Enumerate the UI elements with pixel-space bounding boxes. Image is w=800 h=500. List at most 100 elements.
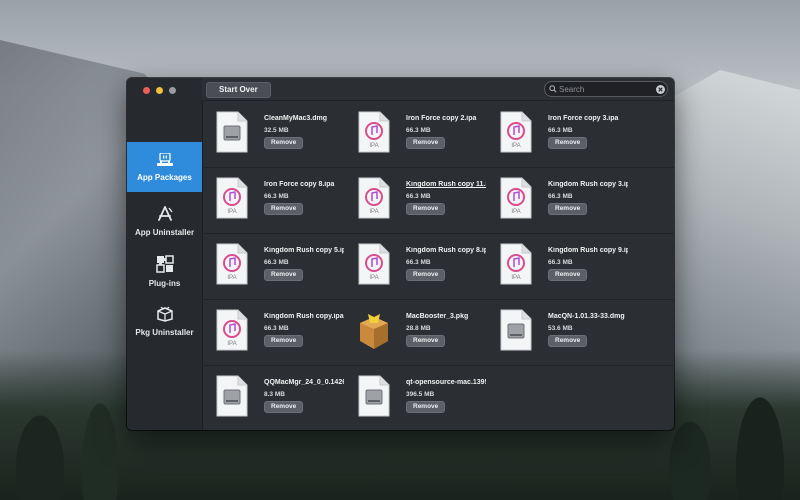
ipa-file-icon: IPA [358, 177, 390, 219]
grid-row: CleanMyMac3.dmg 32.5 MB Remove IPA Iron Forc… [202, 101, 674, 168]
file-item[interactable]: IPA Kingdom Rush copy 9.ipa 66.3 MB Remove [486, 233, 628, 299]
ipa-badge: IPA [227, 275, 236, 281]
remove-button[interactable]: Remove [264, 203, 304, 215]
file-size: 8.3 MB [264, 391, 285, 398]
ipa-badge: IPA [369, 209, 378, 215]
remove-button[interactable]: Remove [406, 269, 446, 281]
sidebar: App Packages App Uninstaller Plug-ins Pk… [127, 78, 203, 430]
file-name: Kingdom Rush copy.ipa [264, 313, 344, 320]
ipa-badge: IPA [511, 209, 520, 215]
package-icon [360, 314, 388, 349]
remove-button[interactable]: Remove [548, 269, 588, 281]
file-name: MacBooster_3.pkg [406, 313, 469, 320]
search-box[interactable] [544, 81, 668, 97]
ipa-badge: IPA [511, 275, 520, 281]
grid-row: IPA Kingdom Rush copy 5.ipa 66.3 MB Remove I… [202, 233, 674, 300]
file-item[interactable]: IPA Kingdom Rush copy 11.ipa 66.3 MB Remove [344, 167, 486, 233]
file-item[interactable]: IPA Iron Force copy 3.ipa 66.3 MB Remove [486, 101, 627, 167]
clear-search-icon[interactable] [656, 84, 665, 94]
file-size: 32.5 MB [264, 127, 289, 134]
remove-button[interactable]: Remove [406, 203, 446, 215]
sidebar-item-label: App Packages [137, 172, 192, 182]
grid-row: IPA Kingdom Rush copy.ipa 66.3 MB Remove Mac… [202, 299, 674, 366]
minimize-window-button[interactable] [156, 87, 163, 94]
search-input[interactable] [557, 84, 649, 94]
file-item[interactable]: IPA Iron Force copy 2.ipa 66.3 MB Remove [344, 101, 485, 167]
app-window: App Packages App Uninstaller Plug-ins Pk… [127, 78, 674, 430]
ipa-file-icon: IPA [216, 243, 248, 285]
dmg-file-icon [216, 111, 248, 153]
sidebar-item-label: Pkg Uninstaller [135, 327, 194, 337]
remove-button[interactable]: Remove [406, 137, 446, 149]
sidebar-item-label: App Uninstaller [134, 227, 195, 237]
remove-button[interactable]: Remove [406, 401, 446, 413]
remove-button[interactable]: Remove [264, 401, 304, 413]
start-over-button[interactable]: Start Over [206, 82, 271, 98]
file-name: Kingdom Rush copy 8.ipa [406, 247, 486, 254]
file-name: qt-opensource-mac.1395... [406, 379, 486, 386]
file-size: 66.3 MB [264, 259, 289, 266]
ipa-badge: IPA [227, 209, 236, 215]
file-name: Kingdom Rush copy 9.ipa [548, 247, 628, 254]
file-size: 53.6 MB [548, 325, 573, 332]
file-item[interactable]: IPA Kingdom Rush copy.ipa 66.3 MB Remove [202, 299, 344, 365]
remove-button[interactable]: Remove [264, 269, 304, 281]
file-item[interactable]: qt-opensource-mac.1395... 396.5 MB Remove [344, 365, 486, 430]
file-item[interactable]: IPA Iron Force copy 8.ipa 66.3 MB Remove [202, 167, 343, 233]
app-store-icon [157, 205, 173, 221]
ipa-file-icon: IPA [216, 177, 248, 219]
zoom-window-button[interactable] [169, 87, 176, 94]
remove-button[interactable]: Remove [548, 137, 588, 149]
file-size: 66.3 MB [406, 127, 431, 134]
file-name: Iron Force copy 8.ipa [264, 181, 335, 188]
file-item[interactable]: QQMacMgr_24_0_0.1426491 8.3 MB Remove [202, 365, 344, 430]
ipa-file-icon: IPA [358, 111, 390, 153]
file-name: Kingdom Rush copy 11.ipa [406, 181, 486, 188]
ipa-file-icon: IPA [216, 309, 248, 351]
remove-button[interactable]: Remove [406, 335, 446, 347]
remove-button[interactable]: Remove [264, 335, 304, 347]
dmg-file-icon [216, 375, 248, 417]
file-size: 66.3 MB [548, 127, 573, 134]
dmg-file-icon [358, 375, 390, 417]
remove-button[interactable]: Remove [264, 137, 304, 149]
ipa-badge: IPA [227, 341, 236, 347]
file-name: Iron Force copy 2.ipa [406, 115, 477, 122]
grid-row: IPA Iron Force copy 8.ipa 66.3 MB Remove IPA… [202, 167, 674, 234]
file-size: 66.3 MB [406, 259, 431, 266]
file-name: Iron Force copy 3.ipa [548, 115, 619, 122]
ipa-badge: IPA [369, 143, 378, 149]
file-size: 66.3 MB [264, 193, 289, 200]
file-size: 28.8 MB [406, 325, 431, 332]
sidebar-item-app-packages[interactable]: App Packages [127, 142, 202, 192]
file-item[interactable]: IPA Kingdom Rush copy 3.ipa 66.3 MB Remove [486, 167, 628, 233]
file-name: Kingdom Rush copy 5.ipa [264, 247, 344, 254]
file-name: MacQN-1.01.33-33.dmg [548, 313, 625, 320]
file-name: QQMacMgr_24_0_0.1426491 [264, 379, 344, 386]
file-item[interactable]: IPA Kingdom Rush copy 8.ipa 66.3 MB Remove [344, 233, 486, 299]
search-icon [549, 85, 557, 93]
package-box-icon [156, 306, 173, 322]
file-size: 66.3 MB [264, 325, 289, 332]
dmg-file-icon [500, 309, 532, 351]
file-name: Kingdom Rush copy 3.ipa [548, 181, 628, 188]
sidebar-item-app-uninstaller[interactable]: App Uninstaller [127, 196, 202, 246]
ipa-file-icon: IPA [500, 111, 532, 153]
remove-button[interactable]: Remove [548, 203, 588, 215]
ipa-badge: IPA [511, 143, 520, 149]
ipa-file-icon: IPA [500, 177, 532, 219]
file-item[interactable]: MacBooster_3.pkg 28.8 MB Remove [344, 299, 485, 365]
file-size: 396.5 MB [406, 391, 435, 398]
close-window-button[interactable] [143, 87, 150, 94]
file-item[interactable]: IPA Kingdom Rush copy 5.ipa 66.3 MB Remove [202, 233, 344, 299]
grid-row: QQMacMgr_24_0_0.14264918.3 MBRemoveqt-op… [202, 365, 674, 430]
app-packages-icon [156, 152, 173, 166]
window-controls [143, 87, 176, 94]
file-item[interactable]: MacQN-1.01.33-33.dmg 53.6 MB Remove [486, 299, 627, 365]
ipa-badge: IPA [369, 275, 378, 281]
file-item[interactable]: CleanMyMac3.dmg 32.5 MB Remove [202, 101, 343, 167]
sidebar-item-pkg-uninstaller[interactable]: Pkg Uninstaller [127, 296, 202, 346]
file-size: 66.3 MB [548, 259, 573, 266]
sidebar-item-plug-ins[interactable]: Plug-ins [127, 246, 202, 296]
remove-button[interactable]: Remove [548, 335, 588, 347]
